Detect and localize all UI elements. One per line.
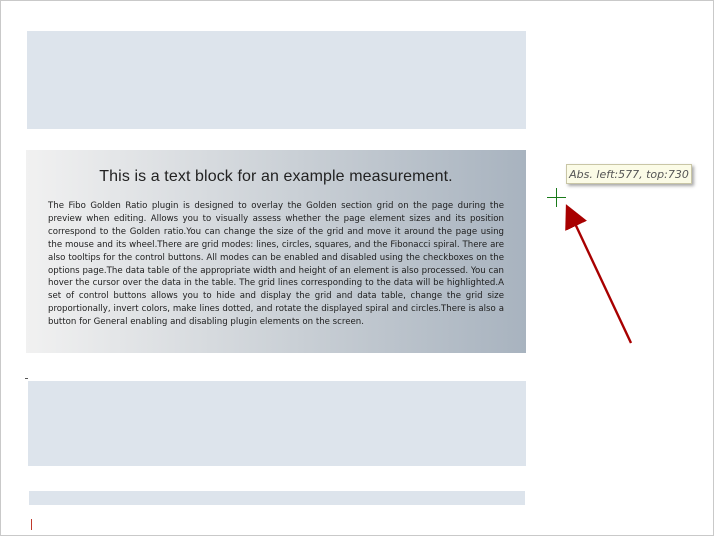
arrow-icon (565, 204, 633, 344)
position-tooltip: Abs. left:577, top:730 (566, 164, 692, 184)
content-block-middle (28, 381, 526, 466)
text-block-body: The Fibo Golden Ratio plugin is designed… (48, 201, 504, 328)
content-block-top (27, 31, 526, 129)
page-frame: This is a text block for an example meas… (0, 0, 714, 536)
text-block-heading: This is a text block for an example meas… (99, 168, 453, 185)
text-caret (31, 519, 32, 530)
content-block-bottom (29, 491, 525, 505)
position-marker (25, 378, 28, 379)
example-text-block: This is a text block for an example meas… (26, 150, 526, 353)
